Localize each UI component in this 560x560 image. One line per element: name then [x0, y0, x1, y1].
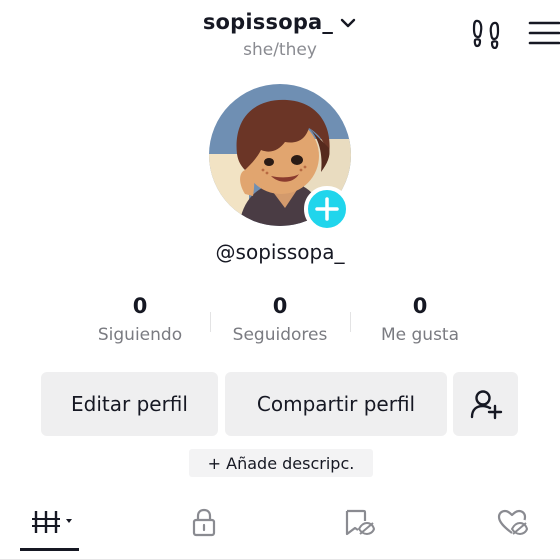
- add-description-button[interactable]: + Añade descripc.: [189, 449, 373, 477]
- stat-likes[interactable]: 0 Me gusta: [350, 294, 490, 345]
- plus-circle-icon[interactable]: [304, 186, 350, 232]
- stat-following[interactable]: 0 Siguiendo: [70, 294, 210, 345]
- liked-hidden-icon: [497, 509, 528, 536]
- stat-followers-count: 0: [272, 294, 288, 318]
- active-tab-indicator: [20, 548, 79, 551]
- profile-header: sopissopa_ she/they: [0, 0, 560, 68]
- profile-tabs: [0, 496, 560, 560]
- stat-followers-label: Seguidores: [232, 325, 328, 345]
- tab-saved[interactable]: [340, 504, 378, 540]
- tab-liked[interactable]: [494, 504, 530, 540]
- username[interactable]: sopissopa_: [203, 10, 333, 34]
- stat-followers[interactable]: 0 Seguidores: [210, 294, 350, 345]
- stats-row: 0 Siguiendo 0 Seguidores 0 Me gusta: [70, 294, 490, 356]
- tab-private[interactable]: [186, 504, 222, 540]
- caret-down-icon: [66, 519, 72, 523]
- videos-grid-icon: [32, 511, 72, 533]
- hamburger-menu-icon[interactable]: [528, 20, 560, 46]
- stat-following-count: 0: [132, 294, 148, 318]
- edit-profile-button[interactable]: Editar perfil: [41, 372, 218, 436]
- footprints-icon[interactable]: [470, 17, 502, 49]
- chevron-down-icon[interactable]: [339, 14, 357, 32]
- stat-likes-label: Me gusta: [380, 325, 460, 345]
- saved-hidden-icon: [345, 509, 375, 536]
- add-user-icon: [470, 390, 502, 420]
- stat-likes-count: 0: [412, 294, 428, 318]
- tab-videos[interactable]: [30, 504, 80, 540]
- profile-handle: @sopissopa_: [215, 240, 345, 264]
- stat-following-label: Siguiendo: [97, 325, 183, 345]
- add-friend-button[interactable]: [453, 372, 518, 436]
- share-profile-button[interactable]: Compartir perfil: [225, 372, 447, 436]
- lock-icon: [192, 508, 216, 537]
